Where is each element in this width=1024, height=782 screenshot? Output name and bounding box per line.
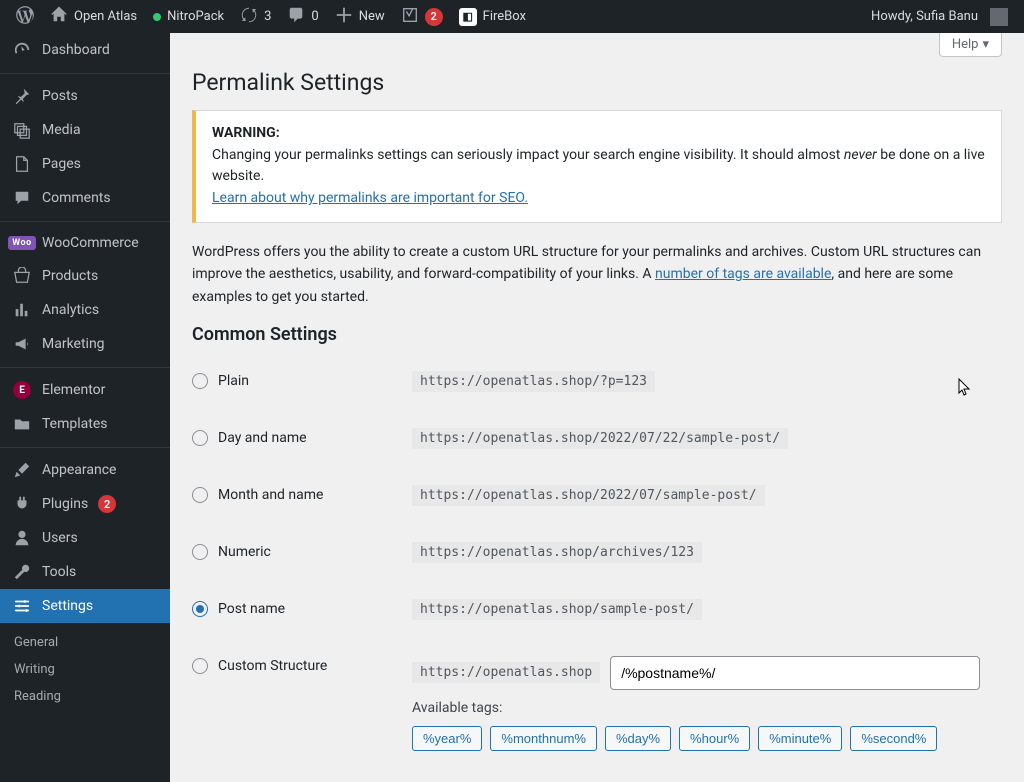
firebox-icon: ◧ — [459, 8, 477, 26]
plug-icon — [12, 495, 32, 513]
menu-users[interactable]: Users — [0, 521, 170, 555]
tag-year[interactable]: %year% — [412, 726, 482, 751]
yoast-link[interactable]: 2 — [393, 0, 451, 33]
nitropack-link[interactable]: NitroPack — [145, 0, 232, 33]
wordpress-icon — [16, 6, 34, 28]
menu-pages[interactable]: Pages — [0, 147, 170, 181]
menu-woocommerce[interactable]: WooWooCommerce — [0, 227, 170, 259]
comments-link[interactable]: 0 — [279, 0, 326, 33]
menu-elementor[interactable]: EElementor — [0, 373, 170, 407]
radio-custom[interactable] — [192, 658, 208, 674]
howdy-text: Howdy, Sufia Banu — [871, 9, 978, 24]
analytics-icon — [12, 301, 32, 319]
tag-hour[interactable]: %hour% — [679, 726, 750, 751]
user-account[interactable]: Howdy, Sufia Banu — [863, 0, 1016, 33]
woocommerce-icon: Woo — [12, 236, 32, 250]
url-prefix: https://openatlas.shop — [412, 662, 600, 683]
settings-submenu: General Writing Reading — [0, 623, 170, 716]
menu-analytics[interactable]: Analytics — [0, 293, 170, 327]
main-content: Help▾ Permalink Settings WARNING: Changi… — [170, 33, 1024, 782]
option-post-name: Post name https://openatlas.shop/sample-… — [192, 581, 1002, 638]
menu-tools[interactable]: Tools — [0, 555, 170, 589]
menu-plugins[interactable]: Plugins2 — [0, 487, 170, 521]
user-icon — [12, 529, 32, 547]
submenu-reading[interactable]: Reading — [0, 683, 170, 710]
option-day-name: Day and name https://openatlas.shop/2022… — [192, 410, 1002, 467]
url-example: https://openatlas.shop/archives/123 — [412, 542, 702, 563]
common-settings-heading: Common Settings — [192, 324, 1002, 345]
warning-seo-link[interactable]: Learn about why permalinks are important… — [212, 190, 528, 206]
menu-templates[interactable]: Templates — [0, 407, 170, 441]
option-numeric: Numeric https://openatlas.shop/archives/… — [192, 524, 1002, 581]
wrench-icon — [12, 563, 32, 581]
menu-posts[interactable]: Posts — [0, 79, 170, 113]
url-example: https://openatlas.shop/2022/07/22/sample… — [412, 428, 788, 449]
pin-icon — [12, 87, 32, 105]
brush-icon — [12, 461, 32, 479]
plus-icon — [335, 6, 353, 28]
menu-products[interactable]: Products — [0, 259, 170, 293]
tag-monthnum[interactable]: %monthnum% — [490, 726, 597, 751]
site-name: Open Atlas — [74, 9, 137, 24]
tag-buttons: %year% %monthnum% %day% %hour% %minute% … — [412, 726, 1002, 751]
admin-bar: Open Atlas NitroPack 3 0 New 2 ◧FireBox … — [0, 0, 1024, 33]
comment-icon — [12, 189, 32, 207]
comment-icon — [287, 6, 305, 28]
url-example: https://openatlas.shop/?p=123 — [412, 371, 655, 392]
media-icon — [12, 121, 32, 139]
yoast-badge: 2 — [425, 8, 443, 26]
option-month-name: Month and name https://openatlas.shop/20… — [192, 467, 1002, 524]
home-icon — [50, 6, 68, 28]
updates-link[interactable]: 3 — [232, 0, 279, 33]
dashboard-icon — [12, 41, 32, 59]
submenu-general[interactable]: General — [0, 629, 170, 656]
firebox-link[interactable]: ◧FireBox — [451, 0, 534, 33]
plugins-badge: 2 — [98, 495, 116, 513]
url-example: https://openatlas.shop/2022/07/sample-po… — [412, 485, 765, 506]
admin-sidebar: Dashboard Posts Media Pages Comments Woo… — [0, 33, 170, 782]
option-plain: Plain https://openatlas.shop/?p=123 — [192, 353, 1002, 410]
tags-available-link[interactable]: number of tags are available — [655, 266, 831, 282]
megaphone-icon — [12, 335, 32, 353]
status-dot-icon — [153, 13, 161, 21]
page-icon — [12, 155, 32, 173]
site-name-link[interactable]: Open Atlas — [42, 0, 145, 33]
warning-notice: WARNING: Changing your permalinks settin… — [192, 110, 1002, 223]
menu-dashboard[interactable]: Dashboard — [0, 33, 170, 67]
help-tab[interactable]: Help▾ — [939, 33, 1002, 57]
warning-label: WARNING: — [212, 125, 280, 141]
radio-plain[interactable] — [192, 373, 208, 389]
wp-logo[interactable] — [8, 0, 42, 33]
menu-settings[interactable]: Settings — [0, 589, 170, 623]
chevron-down-icon: ▾ — [982, 37, 989, 52]
intro-text: WordPress offers you the ability to crea… — [192, 241, 1002, 308]
update-icon — [240, 6, 258, 28]
menu-marketing[interactable]: Marketing — [0, 327, 170, 361]
elementor-icon: E — [12, 381, 32, 399]
permalink-form: Plain https://openatlas.shop/?p=123 Day … — [192, 353, 1002, 769]
sliders-icon — [12, 597, 32, 615]
available-tags-label: Available tags: — [412, 700, 1002, 716]
option-custom: Custom Structure https://openatlas.shop … — [192, 638, 1002, 769]
tag-day[interactable]: %day% — [605, 726, 671, 751]
url-example: https://openatlas.shop/sample-post/ — [412, 599, 702, 620]
radio-month-name[interactable] — [192, 487, 208, 503]
menu-media[interactable]: Media — [0, 113, 170, 147]
radio-numeric[interactable] — [192, 544, 208, 560]
products-icon — [12, 267, 32, 285]
yoast-icon — [401, 6, 419, 28]
radio-post-name[interactable] — [192, 601, 208, 617]
tag-second[interactable]: %second% — [850, 726, 937, 751]
menu-appearance[interactable]: Appearance — [0, 453, 170, 487]
new-link[interactable]: New — [327, 0, 393, 33]
submenu-writing[interactable]: Writing — [0, 656, 170, 683]
menu-comments[interactable]: Comments — [0, 181, 170, 215]
folder-icon — [12, 415, 32, 433]
custom-structure-input[interactable] — [610, 656, 980, 690]
radio-day-name[interactable] — [192, 430, 208, 446]
tag-minute[interactable]: %minute% — [758, 726, 842, 751]
page-title: Permalink Settings — [192, 69, 1002, 96]
avatar — [990, 8, 1008, 26]
